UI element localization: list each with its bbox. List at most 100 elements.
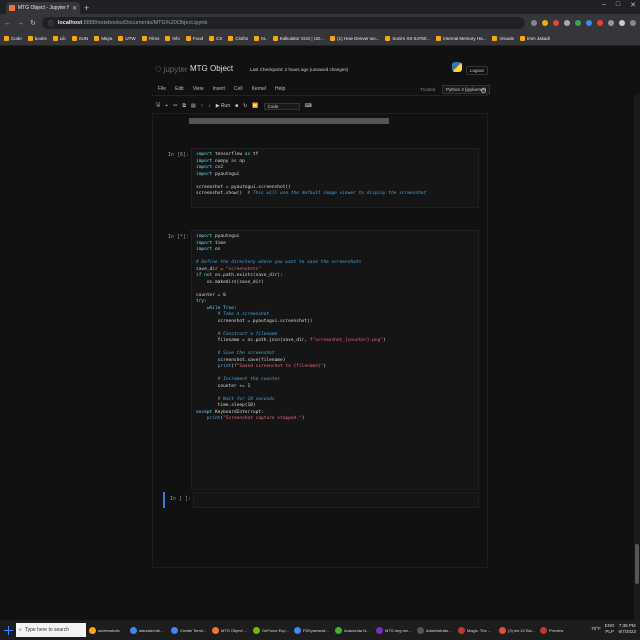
bookmark-item[interactable]: Code xyxy=(4,36,22,41)
taskbar-app-label: Administrato... xyxy=(426,627,452,633)
taskbar-app[interactable]: MTG Object ... xyxy=(212,626,250,634)
cell-input-area[interactable]: import tensorflow as tf import numpy as n… xyxy=(191,148,479,208)
page-scrollbar[interactable] xyxy=(634,94,640,640)
command-palette-icon[interactable]: ⌨ xyxy=(305,103,312,109)
restart-icon[interactable]: ↻ xyxy=(243,103,247,109)
code-cell[interactable]: In [*]: import pyautogui import time import… xyxy=(163,230,479,490)
paste-icon[interactable]: ▤ xyxy=(191,103,196,109)
run-button[interactable]: ▶ Run xyxy=(216,103,230,109)
menu-help[interactable]: Help xyxy=(275,86,285,92)
puzzle-icon[interactable] xyxy=(608,20,614,26)
taskbar-app[interactable]: Administrato... xyxy=(417,626,455,634)
code-cell-active[interactable]: In [ ]: xyxy=(163,492,479,508)
site-info-icon[interactable]: ⓘ xyxy=(48,19,54,28)
bookmark-item[interactable]: Imm Jakadi xyxy=(519,36,550,41)
bookmark-star-icon[interactable] xyxy=(542,20,548,26)
menu-kebab-icon[interactable] xyxy=(630,20,636,26)
trusted-indicator[interactable]: Trusted xyxy=(420,87,435,92)
taskbar-app-label: Anaconda N... xyxy=(344,627,370,633)
extension-icon[interactable] xyxy=(586,20,592,26)
taskbar-app[interactable]: Preview xyxy=(540,626,578,634)
taskbar-app[interactable]: standard.de... xyxy=(130,626,168,634)
restart-run-all-icon[interactable]: ⏩ xyxy=(252,103,258,109)
notebook-name[interactable]: MTG Object xyxy=(190,64,233,73)
taskbar-app-label: (3) ew 13 Sla... xyxy=(508,627,535,633)
menu-kernel[interactable]: Kernel xyxy=(252,86,266,92)
extension-icon[interactable] xyxy=(564,20,570,26)
address-bar[interactable]: ⓘ localhost:8888/notebooks/Documents/MTG… xyxy=(41,17,525,29)
extension-icon[interactable] xyxy=(575,20,581,26)
taskbar-app[interactable]: Magic: The ... xyxy=(458,626,496,634)
cell-type-select[interactable]: Code xyxy=(263,102,300,110)
share-icon[interactable] xyxy=(531,20,537,26)
bookmark-item[interactable]: Films xyxy=(141,36,159,41)
jupyter-logo-icon: ◌ xyxy=(155,63,162,75)
interrupt-icon[interactable]: ■ xyxy=(235,103,238,109)
cut-icon[interactable]: ✂ xyxy=(173,103,177,109)
move-down-icon[interactable]: ↓ xyxy=(208,103,211,109)
menu-edit[interactable]: Edit xyxy=(175,86,184,92)
bookmark-item[interactable]: books xyxy=(27,36,47,41)
bookmark-item[interactable]: Visuals xyxy=(492,36,514,41)
maximize-icon[interactable]: □ xyxy=(616,1,620,9)
taskbar-app[interactable]: PZEyamsrwi... xyxy=(294,626,332,634)
app-icon xyxy=(294,626,301,634)
profile-icon[interactable] xyxy=(619,20,625,26)
clock[interactable]: 7:38 PM 9/7/2023 xyxy=(618,623,636,635)
jupyter-logo[interactable]: ◌ jupyter xyxy=(155,63,188,75)
system-tray: 70°F ENG PLP 7:38 PM 9/7/2023 xyxy=(591,623,636,635)
taskbar-app[interactable]: MTG.img rec... xyxy=(376,626,414,634)
browser-tab-active[interactable]: MTG Object - Jupyter Notebook ✕ xyxy=(6,2,80,14)
copy-icon[interactable]: ⧉ xyxy=(182,103,186,109)
bookmark-label: Info xyxy=(172,36,180,41)
bookmark-item[interactable]: Food xyxy=(185,36,203,41)
app-icon xyxy=(89,626,96,634)
taskbar-app[interactable]: Anaconda N... xyxy=(335,626,373,634)
bookmark-item[interactable]: UTW xyxy=(118,36,136,41)
cell-input-area[interactable]: import pyautogui import time import os # D… xyxy=(191,230,479,490)
cell-input-area[interactable] xyxy=(193,492,479,508)
add-cell-icon[interactable]: + xyxy=(165,103,168,109)
bookmark-item[interactable]: CS xyxy=(209,36,222,41)
forward-icon[interactable]: → xyxy=(17,20,24,27)
bookmark-item[interactable]: KL xyxy=(254,36,267,41)
reload-icon[interactable]: ↻ xyxy=(30,19,36,27)
bookmark-label: SUN xyxy=(78,36,89,41)
taskbar-app[interactable]: GeForce Exp... xyxy=(253,626,291,634)
menu-cell[interactable]: Cell xyxy=(234,86,243,92)
close-tab-icon[interactable]: ✕ xyxy=(72,5,77,12)
menu-file[interactable]: File xyxy=(158,86,166,92)
code-cell[interactable]: In [6]: import tensorflow as tf import num… xyxy=(163,148,479,208)
bookmark-item[interactable]: Internal Memory Ha... xyxy=(436,36,486,41)
taskbar-app[interactable]: Create Termi... xyxy=(171,626,209,634)
bookmark-item[interactable]: Cloths xyxy=(228,36,248,41)
save-icon[interactable]: 🖫 xyxy=(156,102,160,110)
logout-button[interactable]: Logout xyxy=(466,66,488,75)
bookmark-item[interactable]: Maya xyxy=(94,36,112,41)
bookmark-item[interactable]: Sonim XS-54760... xyxy=(385,36,430,41)
move-up-icon[interactable]: ↑ xyxy=(201,103,204,109)
bookmark-item[interactable]: (1) How Denver wo... xyxy=(330,36,379,41)
minimize-icon[interactable]: – xyxy=(602,1,606,9)
language-indicator[interactable]: ENG PLP xyxy=(605,623,615,635)
bookmark-label: KL xyxy=(261,36,267,41)
taskbar-app[interactable]: (3) ew 13 Sla... xyxy=(499,626,537,634)
bookmark-item[interactable]: Lib xyxy=(52,36,66,41)
menu-view[interactable]: View xyxy=(193,86,204,92)
extension-icon[interactable] xyxy=(597,20,603,26)
folder-icon xyxy=(141,36,147,41)
taskbar-search[interactable]: ⌕ Type here to search xyxy=(16,623,86,637)
start-button[interactable] xyxy=(4,625,13,635)
jupyter-favicon-icon xyxy=(9,5,15,11)
taskbar-app[interactable]: screenshots xyxy=(89,626,127,634)
bookmark-item[interactable]: Info xyxy=(165,36,180,41)
menu-insert[interactable]: Insert xyxy=(212,86,225,92)
new-tab-button[interactable]: + xyxy=(84,2,89,14)
back-icon[interactable]: ← xyxy=(4,20,11,27)
bookmark-item[interactable]: Kalkulator SUS | UD... xyxy=(272,36,324,41)
close-window-icon[interactable]: ✕ xyxy=(630,1,636,9)
bookmark-item[interactable]: SUN xyxy=(71,36,89,41)
weather-text[interactable]: 70°F xyxy=(591,626,601,632)
scrollbar-thumb[interactable] xyxy=(635,544,639,584)
extension-icon[interactable] xyxy=(553,20,559,26)
